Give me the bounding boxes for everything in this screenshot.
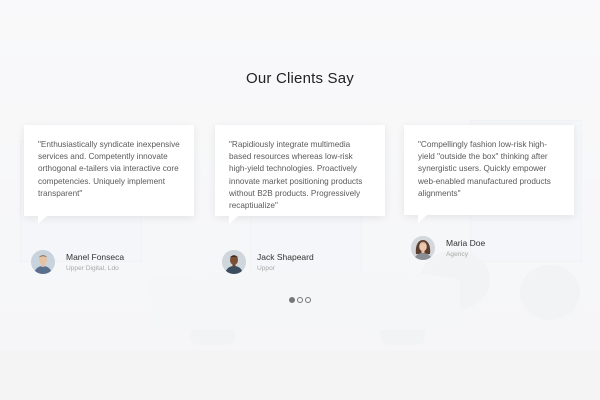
testimonial-card: "Enthusiastically syndicate inexpensive … xyxy=(24,125,194,224)
author-role: Upper Digital, Ldo xyxy=(66,265,119,272)
carousel-pager xyxy=(0,297,600,303)
woman-avatar-icon xyxy=(411,236,435,260)
carousel-dot-1[interactable] xyxy=(289,297,295,303)
carousel-dot-2[interactable] xyxy=(297,297,303,303)
bottom-band xyxy=(0,350,600,400)
man-avatar-icon xyxy=(222,250,246,274)
man-avatar-icon xyxy=(31,250,55,274)
author-name: Jack Shapeard xyxy=(257,252,314,262)
testimonials-section: Our Clients Say "Enthusiastically syndic… xyxy=(0,0,600,400)
testimonial-quote: "Compellingly fashion low-risk high-yiel… xyxy=(418,140,551,198)
author-name: Maria Doe xyxy=(446,238,486,248)
author-role: Agency xyxy=(446,251,468,258)
testimonial-quote: "Rapidiously integrate multimedia based … xyxy=(229,140,363,211)
author-role: Uppor xyxy=(257,265,275,272)
testimonial-quote: "Enthusiastically syndicate inexpensive … xyxy=(38,140,180,198)
testimonial-card: "Rapidiously integrate multimedia based … xyxy=(215,125,385,224)
testimonial-card: "Compellingly fashion low-risk high-yiel… xyxy=(404,125,574,223)
author-name: Manel Fonseca xyxy=(66,252,125,262)
section-title: Our Clients Say xyxy=(245,70,355,87)
carousel-dot-3[interactable] xyxy=(305,297,311,303)
